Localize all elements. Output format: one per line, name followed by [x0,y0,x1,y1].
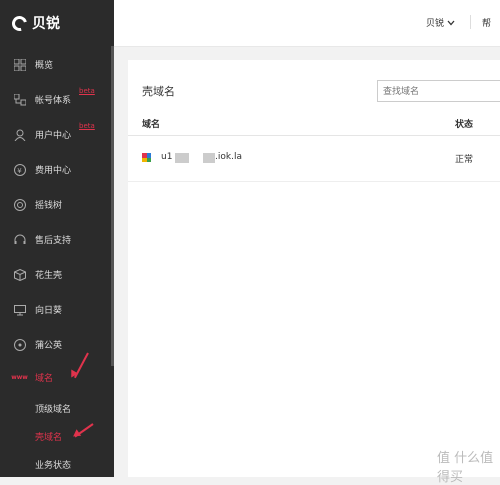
sidebar-item-oray-shell[interactable]: 花生壳 [0,257,111,292]
column-header-domain: 域名 [142,120,161,130]
sidebar-item-label: 概览 [35,61,54,71]
domain-prefix: u1 [161,152,173,162]
header-help-link[interactable]: 帮 [482,16,491,29]
sidebar-scrollbar[interactable] [111,46,114,366]
sidebar-item-support[interactable]: 售后支持 [0,222,111,257]
watermark: 值 什么值得买 [437,451,494,485]
sidebar-subitem-service-status[interactable]: 业务状态 [35,458,71,471]
top-header: 贝锐 帮 [114,0,500,47]
sidebar-item-user-center[interactable]: 用户中心 beta [0,117,111,152]
header-divider [470,15,471,29]
svg-text:¥: ¥ [17,167,22,175]
yen-icon: ¥ [13,163,26,176]
user-icon [13,128,26,141]
sidebar-item-sunflower[interactable]: 向日葵 [0,292,111,327]
page-title: 壳域名 [142,85,175,98]
sidebar-item-label: 摇钱树 [35,201,63,211]
sidebar-item-label: 向日葵 [35,306,63,316]
redacted-blur [175,153,189,163]
sidebar-item-money-tree[interactable]: 摇钱树 [0,187,111,222]
sidebar-item-label: 费用中心 [35,166,72,176]
sunflower-icon [13,303,26,316]
sidebar-item-label: 域名 [35,374,54,384]
logo-icon [9,12,30,34]
beta-badge: beta [79,87,95,95]
column-header-status: 状态 [455,120,474,130]
redacted-blur [203,153,215,163]
sidebar-subitem-top-level-domain[interactable]: 顶级域名 [35,402,71,415]
domain-favicon-icon [142,153,151,162]
sidebar-item-label: 蒲公英 [35,341,63,351]
sidebar-item-domain[interactable]: www 域名 [0,360,111,395]
sidebar-item-label: 帐号体系 [35,96,72,106]
beta-badge: beta [79,122,95,130]
brand-name: 贝锐 [32,16,60,32]
sidebar-item-label: 售后支持 [35,236,72,246]
www-icon: www [11,374,28,381]
grid-icon [13,58,26,71]
sidebar: 贝锐 概览 帐号体系 beta 用户中心 beta ¥ 费用中心 摇钱树 售后支… [0,0,114,477]
row-divider [128,181,500,182]
headset-icon [13,233,26,246]
sidebar-item-overview[interactable]: 概览 [0,47,111,82]
domain-panel: 壳域名 域名 状态 u1 .iok.la 正常 [128,60,500,477]
sidebar-item-account-system[interactable]: 帐号体系 beta [0,82,111,117]
sidebar-item-label: 花生壳 [35,271,63,281]
sidebar-subitem-shell-domain[interactable]: 壳域名 [35,430,62,443]
user-name: 贝锐 [426,19,445,29]
sidebar-item-label: 用户中心 [35,131,72,141]
domain-suffix: .iok.la [215,152,242,162]
search-input[interactable] [377,80,500,102]
brand-logo[interactable]: 贝锐 [9,12,60,34]
account-system-icon [13,93,26,106]
dandelion-icon [13,338,26,351]
chevron-down-icon [447,19,455,29]
user-menu[interactable]: 贝锐 [426,16,455,29]
header-divider [128,135,500,136]
sidebar-item-dandelion[interactable]: 蒲公英 [0,327,111,362]
cube-icon [13,268,26,281]
sidebar-item-billing[interactable]: ¥ 费用中心 [0,152,111,187]
money-tree-icon [13,198,26,211]
status-text: 正常 [455,155,474,165]
